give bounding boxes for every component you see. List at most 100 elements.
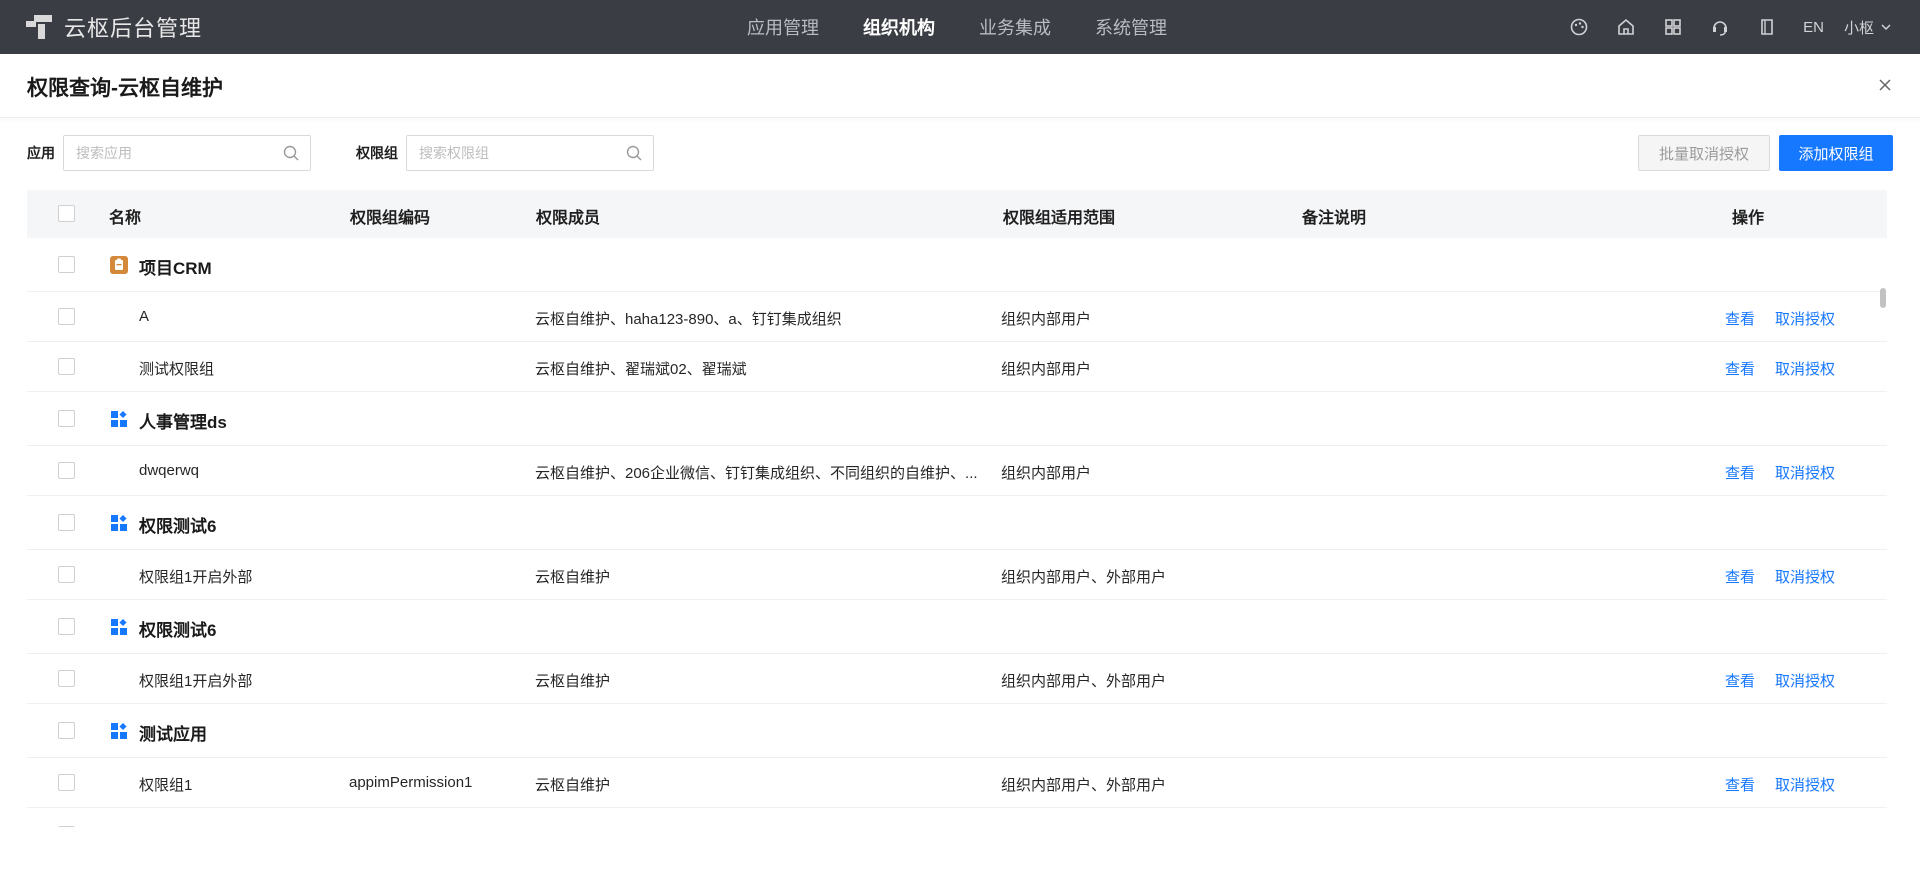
permission-scope: 组织内部用户 [1001, 465, 1092, 482]
row-checkbox[interactable] [58, 565, 75, 583]
row-checkbox[interactable] [58, 461, 75, 479]
nav-item-business-integration[interactable]: 业务集成 [979, 14, 1051, 40]
view-link[interactable]: 查看 [1725, 566, 1755, 587]
permission-group-code: appimPermission1 [349, 774, 473, 791]
add-permission-group-button[interactable]: 添加权限组 [1779, 135, 1893, 171]
row-checkbox[interactable] [58, 721, 75, 739]
group-row: 权限测试6 [27, 496, 1887, 550]
app-filter-label: 应用 [27, 145, 55, 161]
permission-members: 云枢自维护 [535, 777, 611, 794]
brand-logo-icon [26, 15, 52, 39]
row-checkbox[interactable] [58, 825, 75, 827]
table-row: dwqerwq 云枢自维护、206企业微信、钉钉集成组织、不同组织的自维护、...… [27, 446, 1887, 496]
grid-app-icon [109, 825, 129, 827]
scrollbar-thumb[interactable] [1880, 288, 1886, 308]
page-title: 权限查询-云枢自维护 [27, 77, 223, 100]
group-name: 权限测试6 [139, 517, 217, 536]
header-remark: 备注说明 [1302, 210, 1367, 227]
clipboard-app-icon [109, 255, 129, 275]
view-link[interactable]: 查看 [1725, 670, 1755, 691]
group-row: 测试应用 [27, 704, 1887, 758]
permission-group-name: 权限组1 [139, 777, 193, 794]
group-name: 项目CRM [139, 259, 212, 278]
group-row: 权限测试6 [27, 600, 1887, 654]
row-checkbox[interactable] [58, 669, 75, 687]
row-checkbox[interactable] [58, 617, 75, 635]
select-all-checkbox[interactable] [58, 205, 75, 222]
permission-group-name: 权限组1开启外部 [139, 569, 253, 586]
permission-members: 云枢自维护 [535, 673, 611, 690]
permission-members: 云枢自维护、206企业微信、钉钉集成组织、不同组织的自维护、... [535, 465, 978, 482]
permission-group-name: 权限组1开启外部 [139, 673, 253, 690]
permission-group-name: 测试权限组 [139, 361, 215, 378]
revoke-link[interactable]: 取消授权 [1775, 774, 1835, 795]
group-name: 人事管理ds [139, 413, 227, 432]
permission-scope: 组织内部用户、外部用户 [1001, 569, 1167, 586]
view-link[interactable]: 查看 [1725, 774, 1755, 795]
apps-grid-icon[interactable] [1662, 16, 1684, 38]
app-search-input[interactable] [76, 145, 266, 161]
grid-app-icon [109, 617, 129, 637]
permission-scope: 组织内部用户、外部用户 [1001, 777, 1167, 794]
palette-icon[interactable] [1568, 16, 1590, 38]
grid-app-icon [109, 513, 129, 533]
table-row: 权限组1开启外部 云枢自维护 组织内部用户、外部用户 查看 取消授权 [27, 654, 1887, 704]
permission-members: 云枢自维护、haha123-890、a、钉钉集成组织 [535, 311, 842, 328]
nav-item-organization[interactable]: 组织机构 [863, 14, 935, 40]
app-title: 云枢后台管理 [64, 16, 203, 41]
nav-item-system-management[interactable]: 系统管理 [1095, 14, 1167, 40]
header-code: 权限组编码 [350, 210, 431, 227]
permission-members: 云枢自维护、翟瑞斌02、翟瑞斌 [535, 361, 747, 378]
table-scrollbar[interactable] [1879, 238, 1887, 827]
revoke-link[interactable]: 取消授权 [1775, 670, 1835, 691]
header-scope: 权限组适用范围 [1003, 210, 1116, 227]
table-row: A 云枢自维护、haha123-890、a、钉钉集成组织 组织内部用户 查看 取消授权 [27, 292, 1887, 342]
revoke-link[interactable]: 取消授权 [1775, 566, 1835, 587]
search-icon[interactable] [283, 145, 300, 162]
nav-item-app-management[interactable]: 应用管理 [747, 14, 819, 40]
group-name: 测试应用 [139, 725, 207, 744]
batch-revoke-button[interactable]: 批量取消授权 [1638, 135, 1770, 171]
user-name: 小枢 [1843, 19, 1874, 37]
view-link[interactable]: 查看 [1725, 462, 1755, 483]
group-filter-label: 权限组 [356, 145, 398, 161]
user-menu[interactable]: 小枢 [1844, 17, 1892, 38]
grid-app-icon [109, 409, 129, 429]
view-link[interactable]: 查看 [1725, 358, 1755, 379]
revoke-link[interactable]: 取消授权 [1775, 358, 1835, 379]
permission-scope: 组织内部用户 [1001, 311, 1092, 328]
view-link[interactable]: 查看 [1725, 308, 1755, 329]
close-icon[interactable] [1876, 76, 1894, 94]
language-switch[interactable]: EN [1803, 19, 1824, 36]
group-search-input[interactable] [419, 145, 609, 161]
row-checkbox[interactable] [58, 307, 75, 325]
table-body: 项目CRM A 云枢自维护、haha123-890、a、钉钉集成组织 组织内部用户 查看… [27, 238, 1887, 827]
book-icon[interactable] [1756, 16, 1778, 38]
revoke-link[interactable]: 取消授权 [1775, 308, 1835, 329]
brand[interactable]: 云枢后台管理 [26, 0, 202, 54]
row-checkbox[interactable] [58, 255, 75, 273]
home-icon[interactable] [1615, 16, 1637, 38]
group-row: LQY测试2 [27, 808, 1887, 827]
table-row: 权限组1 appimPermission1 云枢自维护 组织内部用户、外部用户 查看 取消… [27, 758, 1887, 808]
row-checkbox[interactable] [58, 409, 75, 427]
main-nav: 应用管理 组织机构 业务集成 系统管理 [747, 0, 1211, 54]
row-checkbox[interactable] [58, 773, 75, 791]
group-name: 权限测试6 [139, 621, 217, 640]
table-header: 名称 权限组编码 权限成员 权限组适用范围 备注说明 操作 [27, 190, 1887, 238]
header-operations: 操作 [1732, 210, 1765, 227]
search-icon[interactable] [626, 145, 643, 162]
filter-bar: 应用 权限组 [27, 134, 654, 172]
app-search-box [63, 135, 311, 171]
top-bar: 云枢后台管理 应用管理 组织机构 业务集成 系统管理 EN 小枢 [0, 0, 1920, 54]
top-tools: EN 小枢 [1543, 0, 1892, 54]
permission-group-name: dwqerwq [139, 462, 200, 479]
permission-scope: 组织内部用户、外部用户 [1001, 673, 1167, 690]
group-row: 项目CRM [27, 238, 1887, 292]
group-name: LQY测试2 [139, 824, 217, 827]
revoke-link[interactable]: 取消授权 [1775, 462, 1835, 483]
support-headset-icon[interactable] [1709, 16, 1731, 38]
row-checkbox[interactable] [58, 357, 75, 375]
row-checkbox[interactable] [58, 513, 75, 531]
permission-table: 名称 权限组编码 权限成员 权限组适用范围 备注说明 操作 项目CRM A 云枢自维… [27, 190, 1887, 827]
